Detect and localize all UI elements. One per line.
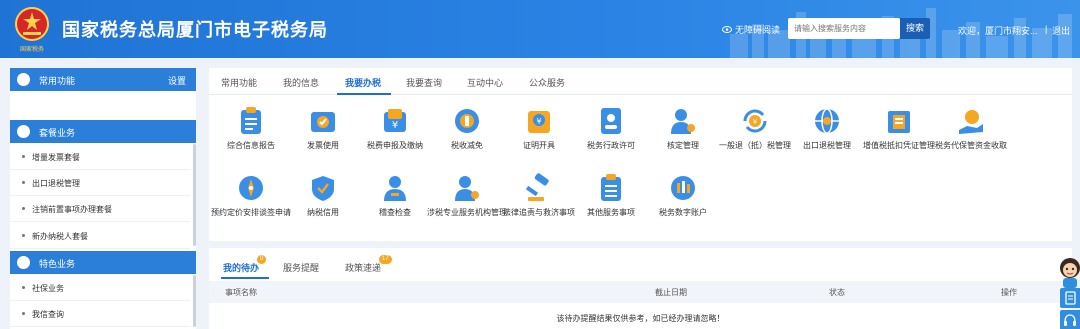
coin-icon xyxy=(455,109,479,133)
tab-service-reminder[interactable]: 服务提醒 xyxy=(283,261,319,274)
bullet-icon xyxy=(22,181,25,184)
document-icon xyxy=(1065,291,1076,305)
sidebar-item-label: 增量发票套餐 xyxy=(32,153,80,162)
tab-interaction[interactable]: 互动中心 xyxy=(467,76,503,89)
table-header: 事项名称 截止日期 状态 操作 xyxy=(209,281,1072,303)
tab-policy-express[interactable]: 政策速递 xyxy=(345,261,381,274)
float-service-button[interactable] xyxy=(1060,288,1080,308)
id-card-icon xyxy=(601,108,621,134)
money-bag-hand-icon xyxy=(959,110,983,134)
column-header: 操作 xyxy=(1001,288,1017,297)
tab-query[interactable]: 我要查询 xyxy=(406,76,442,89)
sidebar-item[interactable]: 注销前置事项办理套餐 xyxy=(10,196,190,222)
bullet-icon xyxy=(22,286,25,289)
receipt-icon xyxy=(888,111,910,133)
todo-count-badge: 0 xyxy=(257,255,267,264)
sidebar-section-common[interactable]: 常用功能 设置 xyxy=(10,68,196,91)
float-help-button[interactable] xyxy=(1060,310,1080,329)
user-gear-icon xyxy=(671,109,695,134)
site-title: 国家税务总局厦门市电子税务局 xyxy=(62,20,328,40)
layers-icon xyxy=(17,125,30,138)
tile-fund-custody[interactable]: 税务代保管资金收取 xyxy=(929,106,1013,151)
sidebar-item[interactable]: 社保业务 xyxy=(10,275,190,301)
sidebar: 常用功能 设置 套餐业务 增量发票套餐 出口退税管理 注销前置事项办理套餐 新办… xyxy=(10,68,196,329)
layers-icon xyxy=(17,256,30,269)
active-tab-indicator xyxy=(221,277,269,279)
sidebar-scrollbar[interactable] xyxy=(193,275,196,327)
compass-icon xyxy=(239,176,263,200)
column-header: 截止日期 xyxy=(655,288,687,297)
tab-public-service[interactable]: 公众服务 xyxy=(529,76,565,89)
certificate-icon: ¥ xyxy=(528,111,550,133)
shield-check-icon xyxy=(312,176,334,201)
tile-label: 税务数字账户 xyxy=(659,208,707,217)
header-divider: | xyxy=(1045,24,1048,34)
sidebar-item[interactable]: 新办纳税人套餐 xyxy=(10,223,190,249)
search-button[interactable]: 搜索 xyxy=(900,18,930,39)
sidebar-item-label: 出口退税管理 xyxy=(32,179,80,188)
ticket-check-icon xyxy=(311,112,335,132)
column-header: 事项名称 xyxy=(225,288,257,297)
main-tabs: 常用功能 我的信息 我要办税 我要查询 互动中心 公众服务 xyxy=(209,68,1072,95)
sidebar-settings-link[interactable]: 设置 xyxy=(168,74,186,87)
main-panel: 常用功能 我的信息 我要办税 我要查询 互动中心 公众服务 综合信息报告 发票使… xyxy=(209,68,1072,241)
logout-link[interactable]: 退出 xyxy=(1052,24,1070,37)
tile-digital-account[interactable]: 税务数字账户 xyxy=(641,173,725,218)
refresh-yuan-icon: ¥ xyxy=(743,109,767,133)
user-gear-icon xyxy=(455,176,479,201)
tab-common[interactable]: 常用功能 xyxy=(221,76,257,89)
sidebar-item[interactable]: 出口退税管理 xyxy=(10,170,190,196)
bullet-icon xyxy=(22,155,25,158)
star-icon xyxy=(17,73,30,86)
todo-panel: 我的待办 0 服务提醒 政策速递 17 事项名称 截止日期 状态 操作 该待办提… xyxy=(209,248,1072,329)
emblem-caption: 国家税务 xyxy=(19,46,44,53)
clipboard-icon xyxy=(241,107,261,134)
yuan-document-icon: ¥ xyxy=(384,109,406,132)
welcome-user[interactable]: 欢迎，厦门市翔安... xyxy=(958,24,1038,37)
sidebar-item[interactable]: 增量发票套餐 xyxy=(10,144,190,170)
sidebar-item-label: 注销前置事项办理套餐 xyxy=(32,205,112,214)
column-header: 状态 xyxy=(829,288,845,297)
tab-handle-tax[interactable]: 我要办税 xyxy=(345,76,381,89)
bank-coin-icon xyxy=(671,176,695,200)
globe-icon xyxy=(815,108,839,134)
headset-icon xyxy=(1064,314,1076,326)
assistant-mascot-icon[interactable] xyxy=(1056,256,1080,288)
sidebar-item-label: 我信查询 xyxy=(32,310,64,319)
sidebar-item[interactable]: 我信查询 xyxy=(10,301,190,327)
sidebar-section-label: 套餐业务 xyxy=(39,128,76,138)
tile-label: 税务代保管资金收取 xyxy=(935,141,1007,150)
inspector-icon xyxy=(384,176,406,201)
empty-table-message: 该待办提醒结果仅供参考，如已经办理请忽略！ xyxy=(556,314,725,323)
sidebar-section-label: 特色业务 xyxy=(39,259,76,269)
clipboard-list-icon xyxy=(601,174,621,201)
sidebar-item-label: 新办纳税人套餐 xyxy=(32,232,88,241)
svg-text:¥: ¥ xyxy=(753,118,758,126)
sidebar-item-label: 社保业务 xyxy=(32,284,64,293)
active-tab-indicator xyxy=(337,93,391,95)
tab-my-todo[interactable]: 我的待办 xyxy=(223,261,259,274)
gavel-icon xyxy=(525,173,549,201)
tab-my-info[interactable]: 我的信息 xyxy=(283,76,319,89)
top-header: 国家税务 国家税务总局厦门市电子税务局 无障碍阅读 搜索 欢迎，厦门市翔安...… xyxy=(0,0,1080,58)
accessible-reading-link[interactable]: 无障碍阅读 xyxy=(722,23,780,36)
bullet-icon xyxy=(22,207,25,210)
accessible-reading-label: 无障碍阅读 xyxy=(735,25,781,35)
sidebar-scrollbar[interactable] xyxy=(193,144,196,246)
sidebar-section-special[interactable]: 特色业务 xyxy=(10,251,196,274)
eye-icon xyxy=(722,26,732,33)
sidebar-section-label: 常用功能 xyxy=(39,76,76,86)
sidebar-section-tax-package[interactable]: 套餐业务 xyxy=(10,120,196,143)
svg-text:¥: ¥ xyxy=(536,117,541,126)
bullet-icon xyxy=(22,234,25,237)
svg-text:¥: ¥ xyxy=(392,120,398,131)
search-input[interactable] xyxy=(788,18,900,39)
policy-count-badge: 17 xyxy=(379,255,392,264)
bullet-icon xyxy=(22,312,25,315)
